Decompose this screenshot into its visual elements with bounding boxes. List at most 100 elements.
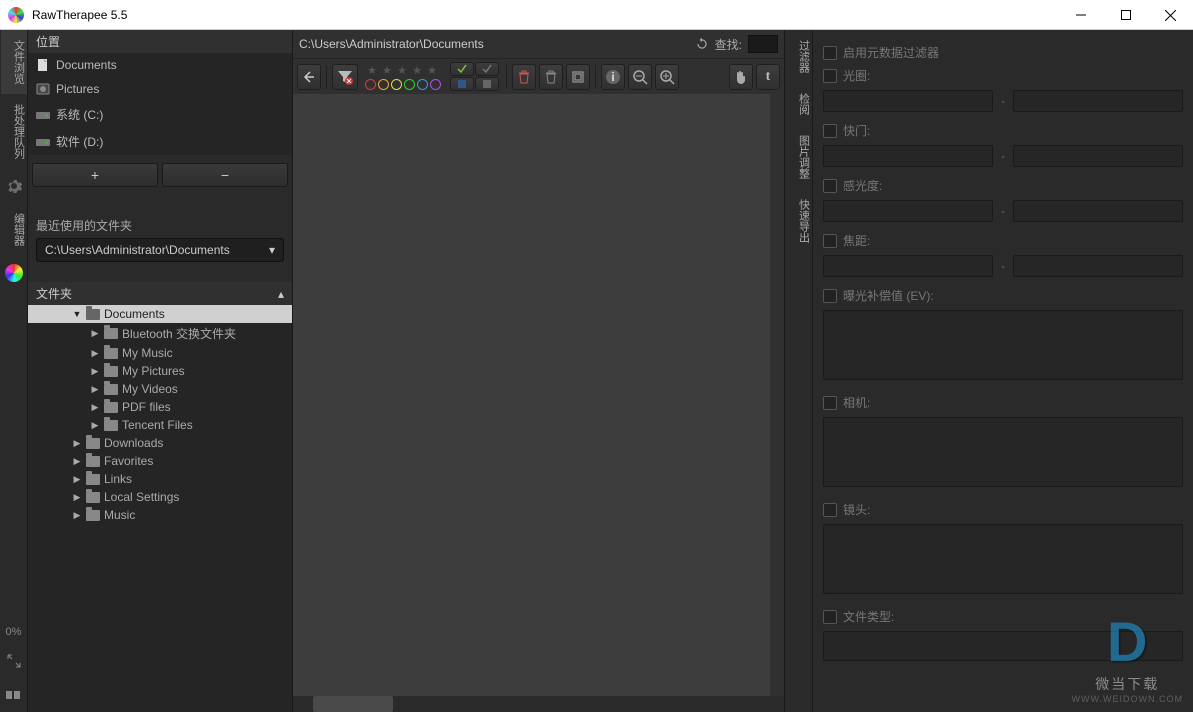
panel-collapse-button[interactable] (297, 64, 321, 90)
folder-tree[interactable]: ▼Documents▶Bluetooth 交换文件夹▶My Music▶My P… (28, 305, 292, 712)
place-item[interactable]: 软件 (D:) (28, 128, 292, 155)
color-dot[interactable] (404, 79, 415, 90)
expand-icon[interactable]: ▶ (90, 384, 100, 395)
focal-to-input[interactable] (1013, 255, 1183, 277)
lens-list[interactable] (823, 524, 1183, 594)
preferences-icon[interactable] (1, 173, 27, 199)
color-dot[interactable] (365, 79, 376, 90)
place-item[interactable]: 系统 (C:) (28, 101, 292, 128)
tab-batch-queue[interactable]: 批处理队列 (1, 94, 27, 169)
unsaved-filter-button[interactable] (475, 77, 499, 91)
expand-icon[interactable]: ▶ (90, 420, 100, 431)
enable-meta-checkbox[interactable] (823, 46, 837, 60)
tree-row[interactable]: ▶Music (28, 506, 292, 524)
tab-file-browser[interactable]: 文件浏览 (1, 30, 27, 94)
vertical-scrollbar[interactable] (770, 94, 784, 696)
tree-row[interactable]: ▶Links (28, 470, 292, 488)
lens-checkbox[interactable] (823, 503, 837, 517)
focal-from-input[interactable] (823, 255, 993, 277)
tree-row[interactable]: ▶Favorites (28, 452, 292, 470)
star-icon[interactable]: ★ (395, 63, 409, 77)
aperture-to-input[interactable] (1013, 90, 1183, 112)
filetype-list[interactable] (823, 631, 1183, 661)
aperture-from-input[interactable] (823, 90, 993, 112)
add-place-button[interactable]: + (32, 163, 158, 187)
focal-checkbox[interactable] (823, 234, 837, 248)
rainbow-icon[interactable] (1, 260, 27, 286)
star-icon[interactable]: ★ (365, 63, 379, 77)
expand-icon[interactable]: ▶ (72, 456, 82, 467)
edited-filter-button[interactable] (450, 62, 474, 76)
thumbnail-area[interactable] (293, 94, 784, 696)
tree-row[interactable]: ▼Documents (28, 305, 292, 323)
tree-row[interactable]: ▶Tencent Files (28, 416, 292, 434)
fullscreen-icon[interactable] (1, 648, 27, 674)
color-dot[interactable] (391, 79, 402, 90)
tab-editor[interactable]: 编辑器 (1, 203, 27, 256)
tree-row[interactable]: ▶My Pictures (28, 362, 292, 380)
expand-icon[interactable]: ▼ (72, 309, 82, 319)
find-input[interactable] (748, 35, 778, 53)
expand-icon[interactable]: ▶ (72, 492, 82, 503)
color-dot[interactable] (430, 79, 441, 90)
tab-filter[interactable]: 过滤器 (786, 30, 812, 83)
star-filter-row[interactable]: ★★★★★ (365, 63, 441, 77)
tree-row[interactable]: ▶My Videos (28, 380, 292, 398)
shutter-checkbox[interactable] (823, 124, 837, 138)
expand-icon[interactable]: ▶ (90, 348, 100, 359)
tab-batch-edit[interactable]: 图片调整 (786, 125, 812, 189)
info-button[interactable]: i (601, 64, 625, 90)
not-trash-button[interactable] (539, 64, 563, 90)
color-label-row[interactable] (365, 79, 441, 90)
iso-checkbox[interactable] (823, 179, 837, 193)
tree-row[interactable]: ▶PDF files (28, 398, 292, 416)
original-filter-button[interactable] (566, 64, 590, 90)
iso-to-input[interactable] (1013, 200, 1183, 222)
aperture-checkbox[interactable] (823, 69, 837, 83)
expand-icon[interactable]: ▶ (72, 474, 82, 485)
panel-expand-button[interactable]: t (756, 64, 780, 90)
tab-fast-export[interactable]: 快速导出 (786, 189, 812, 253)
expand-icon[interactable]: ▶ (72, 438, 82, 449)
tree-row[interactable]: ▶My Music (28, 344, 292, 362)
unedited-filter-button[interactable] (475, 62, 499, 76)
minimize-button[interactable] (1058, 0, 1103, 30)
place-item[interactable]: Pictures (28, 77, 292, 101)
zoom-in-button[interactable] (655, 64, 679, 90)
recent-path-combo[interactable]: C:\Users\Administrator\Documents ▾ (36, 238, 284, 262)
iso-from-input[interactable] (823, 200, 993, 222)
maximize-button[interactable] (1103, 0, 1148, 30)
filetype-checkbox[interactable] (823, 610, 837, 624)
saved-filter-button[interactable] (450, 77, 474, 91)
tree-row[interactable]: ▶Bluetooth 交换文件夹 (28, 323, 292, 344)
tree-row[interactable]: ▶Downloads (28, 434, 292, 452)
camera-checkbox[interactable] (823, 396, 837, 410)
star-icon[interactable]: ★ (425, 63, 439, 77)
refresh-icon[interactable] (695, 37, 709, 51)
tree-row[interactable]: ▶Local Settings (28, 488, 292, 506)
clear-filters-button[interactable] (332, 64, 358, 90)
folders-header[interactable]: 文件夹▴ (28, 282, 292, 305)
path-input[interactable] (299, 37, 689, 51)
expand-icon[interactable]: ▶ (72, 510, 82, 521)
close-button[interactable] (1148, 0, 1193, 30)
color-dot[interactable] (417, 79, 428, 90)
hand-tool-button[interactable] (729, 64, 753, 90)
tab-inspect[interactable]: 检阅 (786, 83, 812, 125)
ev-list[interactable] (823, 310, 1183, 380)
star-icon[interactable]: ★ (410, 63, 424, 77)
star-icon[interactable]: ★ (380, 63, 394, 77)
expand-icon[interactable]: ▶ (90, 366, 100, 377)
place-item[interactable]: Documents (28, 53, 292, 77)
expand-icon[interactable]: ▶ (90, 328, 100, 339)
zoom-out-button[interactable] (628, 64, 652, 90)
panel-toggle-icon[interactable] (1, 682, 27, 708)
expand-icon[interactable]: ▶ (90, 402, 100, 413)
trash-button[interactable] (512, 64, 536, 90)
remove-place-button[interactable]: − (162, 163, 288, 187)
color-dot[interactable] (378, 79, 389, 90)
shutter-from-input[interactable] (823, 145, 993, 167)
shutter-to-input[interactable] (1013, 145, 1183, 167)
places-header[interactable]: 位置 (28, 30, 292, 53)
horizontal-scrollbar[interactable] (293, 696, 784, 712)
